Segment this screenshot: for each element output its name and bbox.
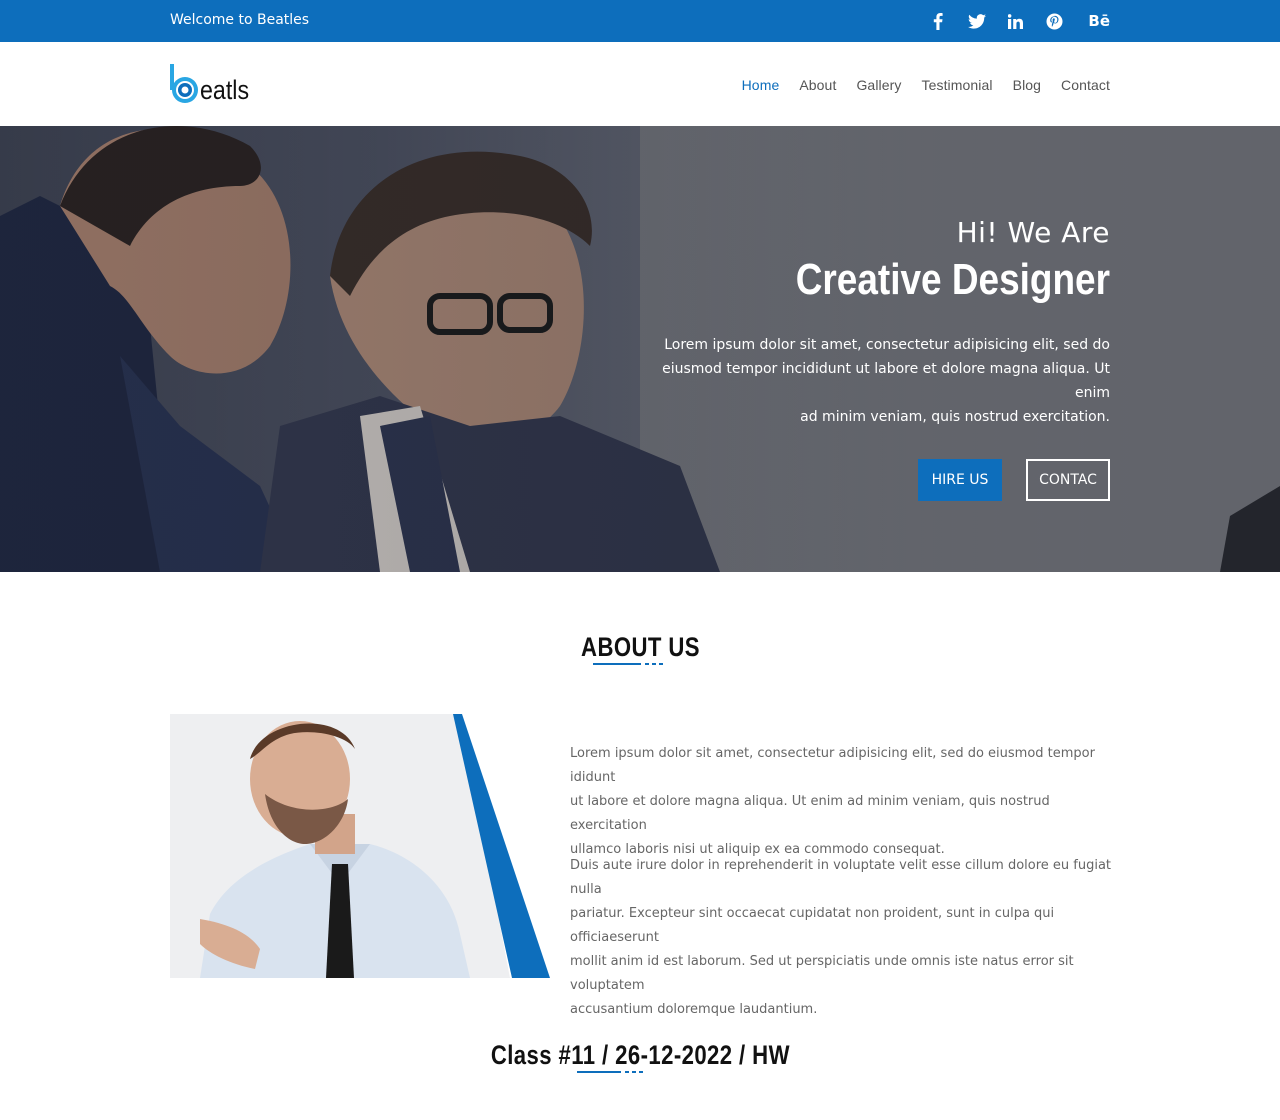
nav-blog[interactable]: Blog [1013,77,1041,93]
main-nav: Home About Gallery Testimonial Blog Cont… [742,77,1110,93]
hero-banner: Hi! We Are Creative Designer Lorem ipsum… [0,126,1280,572]
title-underline [577,1071,643,1075]
linkedin-icon[interactable] [996,10,1035,32]
title-underline [592,663,688,667]
hero-buttons: HIRE US CONTAC [640,459,1110,501]
about-paragraph-1: Lorem ipsum dolor sit amet, consectetur … [570,742,1115,862]
social-links: Bē [918,10,1110,32]
twitter-icon[interactable] [957,10,996,32]
about-text-line: ut labore et dolore magna aliqua. Ut eni… [570,794,1050,833]
welcome-text: Welcome to Beatles [170,12,310,28]
nav-about[interactable]: About [799,77,836,93]
behance-icon[interactable]: Bē [1074,10,1110,32]
about-text-line: pariatur. Excepteur sint occaecat cupida… [570,906,1055,945]
nav-testimonial[interactable]: Testimonial [921,77,992,93]
pinterest-icon[interactable] [1035,10,1074,32]
hero-subtitle: Hi! We Are [956,216,1110,249]
site-header: eatls Home About Gallery Testimonial Blo… [0,42,1280,126]
logo-text: eatls [200,75,250,105]
nav-gallery[interactable]: Gallery [856,77,901,93]
about-text-line: Lorem ipsum dolor sit amet, consectetur … [570,746,1095,785]
hero-text-line: eiusmod tempor incididunt ut labore et d… [662,361,1110,401]
class-title: Class #11 / 26-12-2022 / HW [490,1040,790,1070]
hero-content: Hi! We Are Creative Designer Lorem ipsum… [640,216,1110,501]
nav-contact[interactable]: Contact [1061,77,1110,93]
hero-text-line: ad minim veniam, quis nostrud exercitati… [800,409,1110,425]
about-title: ABOUT US [580,632,700,662]
hero-title: Creative Designer [795,255,1110,304]
nav-home[interactable]: Home [742,77,780,93]
logo-b-icon [170,64,198,103]
about-text-line: accusantium doloremque laudantium. [570,1002,818,1017]
class-heading: Class #11 / 26-12-2022 / HW [0,1040,1280,1075]
logo[interactable]: eatls [170,62,257,106]
about-paragraph-2: Duis aute irure dolor in reprehenderit i… [570,854,1115,1022]
contact-button[interactable]: CONTAC [1026,459,1110,501]
about-heading: ABOUT US [0,632,1280,667]
about-image [170,714,550,978]
facebook-icon[interactable] [918,10,957,32]
about-text-line: mollit anim id est laborum. Sed ut persp… [570,954,1074,993]
top-bar: Welcome to Beatles Bē [0,0,1280,42]
hero-text-line: Lorem ipsum dolor sit amet, consectetur … [664,337,1110,353]
hire-us-button[interactable]: HIRE US [918,459,1002,501]
hero-description: Lorem ipsum dolor sit amet, consectetur … [640,333,1110,429]
about-text-line: Duis aute irure dolor in reprehenderit i… [570,858,1112,897]
